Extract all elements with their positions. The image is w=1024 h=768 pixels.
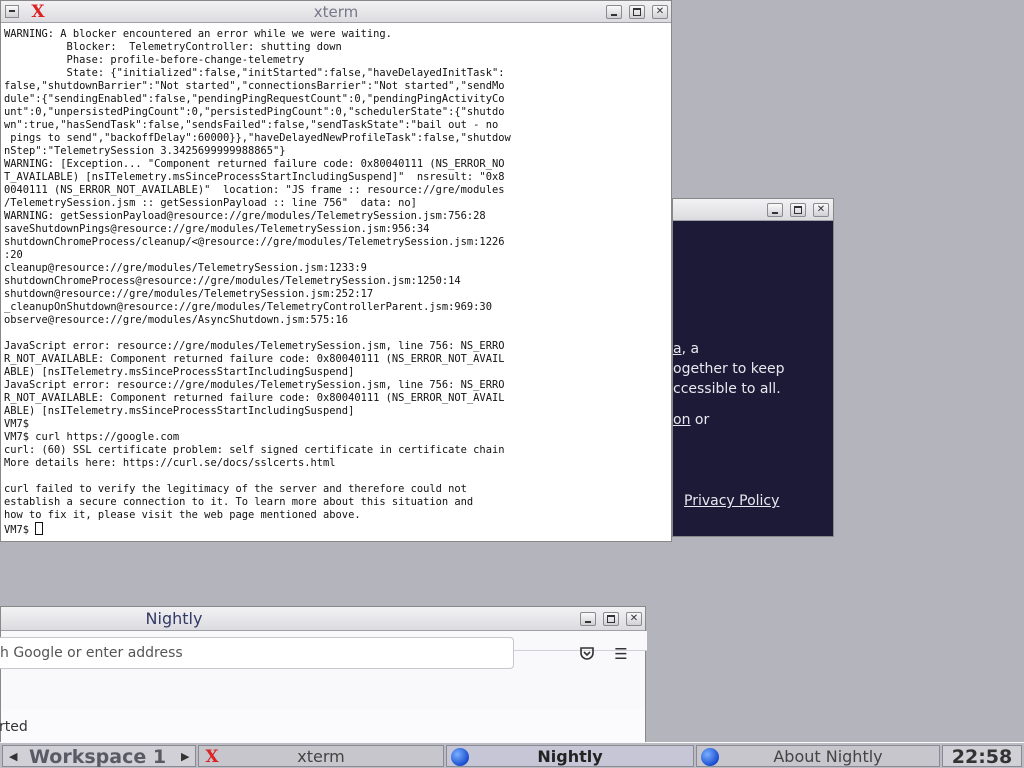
workspace-label: Workspace 1 [29, 746, 167, 768]
nav-toolbar: h Google or enter address ☰ [0, 637, 645, 710]
xterm-titlebar[interactable]: X xterm ✕ [1, 1, 671, 23]
xterm-window[interactable]: X xterm ✕ WARNING: A blocker encountered… [0, 0, 672, 542]
taskbar-item-nightly[interactable]: Nightly [446, 745, 694, 767]
nightly-titlebar[interactable]: Nightly ✕ [1, 607, 645, 631]
terminal-line: WARNING: [Exception... "Component return… [4, 158, 505, 170]
about-link-on[interactable]: on [673, 412, 690, 428]
terminal-line: observe@resource://gre/modules/AsyncShut… [4, 314, 349, 326]
taskbar-item-about-nightly[interactable]: About Nightly [696, 745, 940, 767]
terminal-line: cleanup@resource://gre/modules/Telemetry… [4, 262, 367, 274]
about-text-line3: ccessible to all. [673, 381, 781, 397]
terminal-line: ABLE) [nsITelemetry.msSinceProcessStartI… [4, 366, 355, 378]
terminal-line: unt":0,"unpersistedPingCount":0,"persist… [4, 106, 505, 118]
terminal-line: WARNING: getSessionPayload@resource://gr… [4, 210, 486, 222]
minimize-button[interactable] [580, 612, 596, 626]
terminal-line: wn":true,"hasSendTask":false,"sendsFaile… [4, 119, 499, 131]
clock[interactable]: 22:58 [942, 745, 1022, 768]
terminal-line: shutdown@resource://gre/modules/Telemetr… [4, 288, 374, 300]
text-cursor [35, 522, 44, 535]
about-titlebar[interactable]: ✕ [673, 199, 833, 221]
terminal-output[interactable]: WARNING: A blocker encountered an error … [1, 24, 671, 541]
window-title: xterm [313, 3, 359, 21]
privacy-policy-link[interactable]: Privacy Policy [684, 493, 779, 509]
taskbar: ◀ Workspace 1 ▶ X xterm Nightly About Ni… [0, 742, 1024, 768]
close-button[interactable]: ✕ [652, 5, 668, 19]
terminal-line: Phase: profile-before-change-telemetry [66, 54, 305, 66]
url-bar[interactable]: h Google or enter address [0, 637, 514, 669]
about-nightly-window[interactable]: ✕ a, a ogether to keep ccessible to all.… [672, 198, 834, 537]
task-label: Nightly [537, 747, 603, 766]
terminal-line: curl failed to verify the legitimacy of … [4, 483, 467, 495]
terminal-line: T_AVAILABLE) [nsITelemetry.msSinceProces… [4, 171, 505, 183]
close-button[interactable]: ✕ [626, 612, 642, 626]
hamburger-menu-icon[interactable]: ☰ [612, 645, 630, 663]
terminal-line: State: {"initialized":false,"initStarted… [66, 67, 505, 79]
about-link-a[interactable]: a [673, 341, 682, 357]
taskbar-item-xterm[interactable]: X xterm [198, 745, 444, 767]
terminal-line: WARNING: A blocker encountered an error … [4, 28, 392, 40]
terminal-line: R_NOT_AVAILABLE: Component returned fail… [4, 392, 505, 404]
minimize-button[interactable] [606, 5, 622, 19]
task-label: About Nightly [773, 747, 883, 766]
terminal-line: dule":{"sendingEnabled":false,"pendingPi… [4, 93, 505, 105]
terminal-line: JavaScript error: resource://gre/modules… [4, 379, 505, 391]
about-text-line2: ogether to keep [673, 361, 785, 377]
terminal-line: JavaScript error: resource://gre/modules… [4, 340, 505, 352]
terminal-line: establish a secure connection to it. To … [4, 496, 474, 508]
terminal-line: shutdownChromeProcess@resource://gre/mod… [4, 275, 461, 287]
terminal-line: Blocker: TelemetryController: shutting d… [66, 41, 342, 53]
prev-workspace-icon[interactable]: ◀ [9, 746, 17, 768]
minimize-button[interactable] [767, 203, 783, 217]
workspace-switcher[interactable]: ◀ Workspace 1 ▶ [2, 745, 196, 768]
terminal-line: nStep":"TelemetrySession 3.3425699999988… [4, 145, 286, 157]
maximize-button[interactable] [629, 5, 645, 19]
terminal-line: R_NOT_AVAILABLE: Component returned fail… [4, 353, 505, 365]
close-button[interactable]: ✕ [813, 203, 829, 217]
terminal-line: VM7$ [4, 418, 30, 430]
pocket-icon[interactable] [578, 645, 596, 663]
page-text: rted [0, 719, 28, 735]
task-label: xterm [297, 747, 345, 766]
terminal-line: /TelemetrySession.jsm :: getSessionPaylo… [4, 197, 417, 209]
maximize-button[interactable] [603, 612, 619, 626]
terminal-line: pings to send","backoffDelay":60000}},"h… [10, 132, 511, 144]
next-workspace-icon[interactable]: ▶ [181, 746, 189, 768]
clock-time: 22:58 [951, 746, 1013, 768]
nightly-window[interactable]: Nightly ✕ h Google or enter address ☰ rt… [0, 606, 647, 744]
terminal-line: More details here: https://curl.se/docs/… [4, 457, 336, 469]
terminal-line: _cleanupOnShutdown@resource://gre/module… [4, 301, 492, 313]
maximize-button[interactable] [790, 203, 806, 217]
terminal-line: :20 [4, 249, 23, 261]
terminal-prompt: VM7$ [4, 524, 36, 536]
terminal-line: shutdownChromeProcess/cleanup/<@resource… [4, 236, 505, 248]
terminal-line: false,"shutdownBarrier":"Not started","c… [4, 80, 505, 92]
terminal-line: VM7$ curl https://google.com [4, 431, 180, 443]
terminal-line: curl: (60) SSL certificate problem: self… [4, 444, 505, 456]
terminal-line: how to fix it, please visit the web page… [4, 509, 361, 521]
window-title: Nightly [145, 609, 203, 628]
terminal-line: ABLE) [nsITelemetry.msSinceProcessStartI… [4, 405, 355, 417]
about-content: a, a ogether to keep ccessible to all. o… [673, 221, 833, 536]
page-content: rted [0, 709, 645, 743]
terminal-line: saveShutdownPings@resource://gre/modules… [4, 223, 430, 235]
terminal-line: 0040111 (NS_ERROR_NOT_AVAILABLE)" locati… [4, 184, 505, 196]
